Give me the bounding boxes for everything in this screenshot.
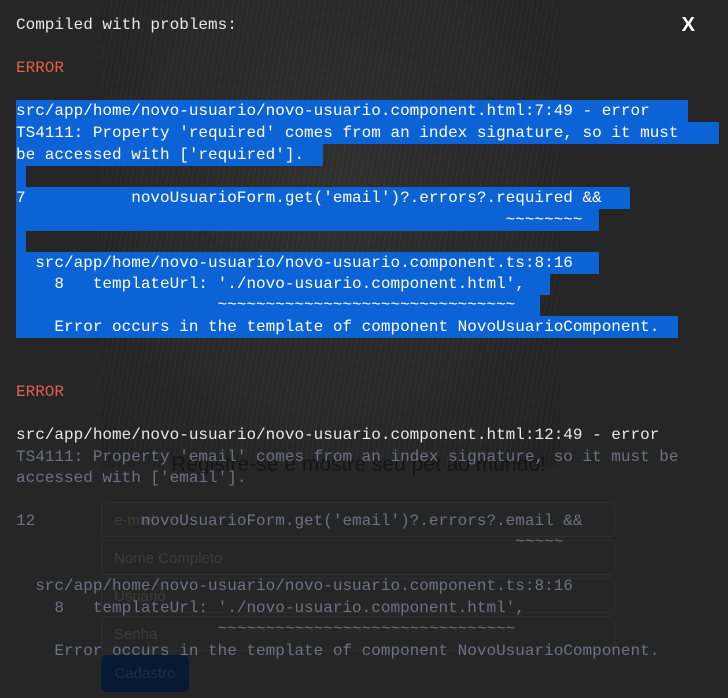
- error-line: be accessed with ['required'].: [16, 144, 323, 166]
- error-label: ERROR: [16, 383, 65, 401]
- close-button[interactable]: X: [682, 14, 695, 37]
- error-line: 7 novoUsuarioForm.get('email')?.errors?.…: [16, 187, 630, 209]
- error-line: TS4111: Property 'required' comes from a…: [16, 122, 719, 144]
- error-line: src/app/home/novo-usuario/novo-usuario.c…: [16, 100, 688, 122]
- error-line: src/app/home/novo-usuario/novo-usuario.c…: [16, 577, 573, 595]
- error-line: 12 novoUsuarioForm.get('email')?.errors?…: [16, 512, 583, 530]
- error-label: ERROR: [16, 59, 65, 77]
- error-line: [16, 231, 26, 253]
- error-line: Error occurs in the template of componen…: [16, 642, 660, 660]
- error-line: ~~~~~~~~~~~~~~~~~~~~~~~~~~~~~~~: [16, 620, 516, 638]
- error-line: ~~~~~: [16, 533, 564, 551]
- error-line: accessed with ['email'].: [16, 469, 247, 487]
- error-line: src/app/home/novo-usuario/novo-usuario.c…: [16, 426, 660, 444]
- error-line: [16, 166, 26, 188]
- error-overlay: Compiled with problems: X ERROR src/app/…: [0, 0, 728, 698]
- error-line: ~~~~~~~~: [16, 209, 599, 231]
- error-line: 8 templateUrl: './novo-usuario.component…: [16, 599, 525, 617]
- error-line: Error occurs in the template of componen…: [16, 316, 678, 338]
- error-line: 8 templateUrl: './novo-usuario.component…: [16, 273, 550, 295]
- error-line: src/app/home/novo-usuario/novo-usuario.c…: [16, 252, 599, 274]
- overlay-title: Compiled with problems:: [16, 16, 237, 34]
- error-line: ~~~~~~~~~~~~~~~~~~~~~~~~~~~~~~~: [16, 294, 540, 316]
- error-line: TS4111: Property 'email' comes from an i…: [16, 448, 679, 466]
